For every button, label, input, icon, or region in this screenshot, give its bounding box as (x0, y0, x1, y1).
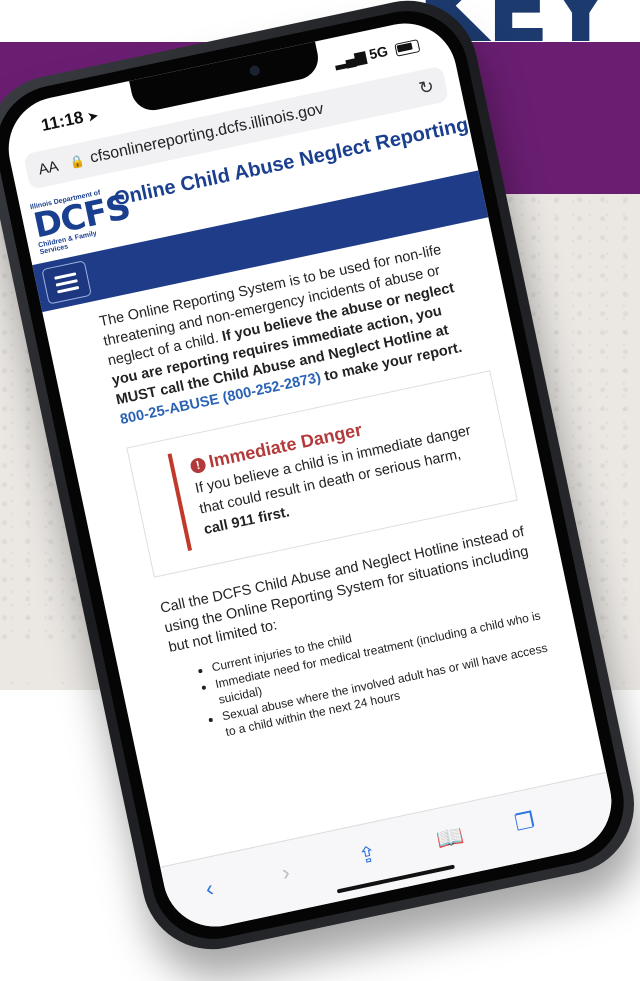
back-button[interactable]: ‹ (203, 875, 216, 902)
reader-settings-button[interactable]: AA (37, 157, 60, 178)
reload-icon[interactable]: ↻ (417, 75, 436, 99)
forward-button[interactable]: › (280, 859, 293, 886)
signal-icon: ▂▄▆ (333, 47, 368, 70)
menu-bar-icon (54, 272, 77, 280)
immediate-danger-alert: ! Immediate Danger If you believe a child… (167, 388, 500, 551)
menu-bar-icon (57, 285, 80, 294)
menu-toggle-button[interactable] (41, 260, 92, 305)
status-right: ▂▄▆ 5G (333, 36, 421, 70)
camera-icon (248, 64, 261, 77)
share-icon[interactable]: ⇪ (356, 841, 379, 870)
battery-icon (394, 38, 421, 57)
page-content: The Online Reporting System is to be use… (98, 235, 557, 759)
network-label: 5G (367, 42, 390, 63)
location-arrow-icon: ➤ (86, 108, 100, 125)
bookmarks-icon[interactable]: 📖 (434, 822, 466, 853)
menu-bar-icon (55, 279, 78, 287)
exclamation-icon: ! (189, 456, 207, 475)
tabs-icon[interactable]: ❐ (512, 807, 537, 837)
dcfs-logo[interactable]: Illinois Department of DCFS Children & F… (30, 187, 134, 256)
lock-icon: 🔒 (68, 153, 87, 170)
status-time-text: 11:18 (39, 107, 86, 135)
status-time: 11:18 ➤ (40, 104, 100, 135)
